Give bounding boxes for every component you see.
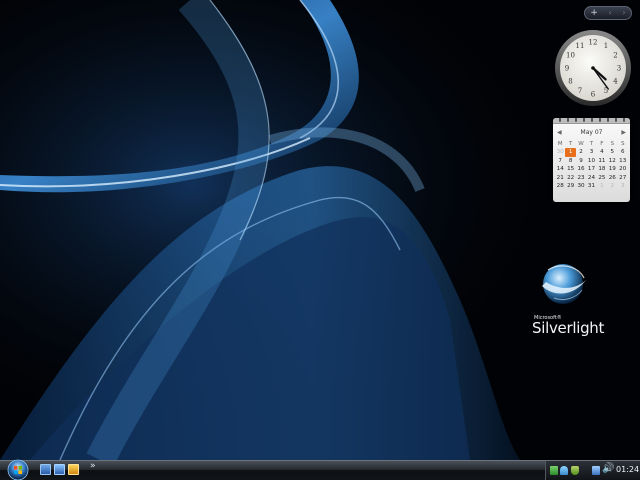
calendar-day[interactable]: 24 (586, 174, 596, 182)
calendar-day[interactable]: 12 (607, 157, 617, 165)
clock-numeral: 9 (565, 65, 569, 73)
calendar-week-row: 30 1 2 3 4 5 6 (555, 148, 628, 157)
wallpaper (0, 0, 640, 460)
weekday-label: F (600, 141, 604, 147)
calendar-day[interactable]: 13 (618, 157, 628, 165)
calendar-binding (553, 118, 630, 124)
network-icon[interactable] (550, 466, 558, 475)
silverlight-brand-text: Silverlight (532, 319, 605, 337)
calendar-day[interactable]: 26 (607, 174, 617, 182)
calendar-day[interactable]: 27 (618, 174, 628, 182)
silverlight-logo[interactable]: Microsoft® Silverlight (526, 258, 616, 342)
calendar-day[interactable]: 9 (576, 157, 586, 165)
add-gadget-button[interactable]: + (590, 7, 598, 19)
quick-launch-toolbar (40, 464, 79, 475)
show-desktop-icon[interactable] (40, 464, 51, 475)
calendar-day[interactable]: 30 (555, 148, 565, 156)
weekday-label: T (589, 141, 594, 147)
clock-gadget[interactable]: 1234567891011 12 (554, 29, 632, 107)
weekday-label: M (557, 141, 563, 147)
calendar-day[interactable]: 15 (565, 165, 575, 173)
clock-numeral: 11 (576, 42, 585, 50)
calendar-day[interactable]: 3 (586, 148, 596, 156)
calendar-header: ◀ May 07 ▶ (553, 127, 630, 138)
calendar-weekday-row: M T W T F S S (555, 140, 628, 148)
clock-numeral: 10 (566, 52, 575, 60)
calendar-day[interactable]: 2 (607, 182, 617, 190)
desktop[interactable]: + ‹ › 1 2 3 4 5 6 7 8 9 10 11 12 ◀ May 07 ▶ (0, 0, 640, 460)
next-page-button[interactable]: › (622, 7, 625, 19)
calendar-day[interactable]: 2 (576, 148, 586, 156)
calendar-day[interactable]: 18 (597, 165, 607, 173)
media-player-icon[interactable] (68, 464, 79, 475)
calendar-day[interactable]: 17 (586, 165, 596, 173)
calendar-day[interactable]: 3 (618, 182, 628, 190)
clock-numeral: 6 (591, 91, 596, 99)
taskbar[interactable] (0, 460, 640, 480)
calendar-day[interactable]: 1 (597, 182, 607, 190)
clock-numeral: 1 (604, 42, 608, 50)
calendar-day[interactable]: 20 (618, 165, 628, 173)
calendar-day[interactable]: 19 (607, 165, 617, 173)
calendar-day[interactable]: 11 (597, 157, 607, 165)
display-icon[interactable] (592, 466, 600, 475)
user-icon[interactable] (560, 466, 568, 475)
calendar-prev-month-icon[interactable]: ◀ (557, 129, 562, 136)
calendar-day[interactable]: 22 (565, 174, 575, 182)
calendar-week-row: 14 15 16 17 18 19 20 (555, 165, 628, 173)
shield-icon[interactable] (571, 466, 579, 475)
calendar-day[interactable]: 28 (555, 182, 565, 190)
calendar-day[interactable]: 31 (586, 182, 596, 190)
calendar-day[interactable]: 6 (618, 148, 628, 156)
weekday-label: T (568, 141, 573, 147)
calendar-week-row: 28 29 30 31 1 2 3 (555, 182, 628, 190)
weekday-label: S (610, 141, 615, 147)
calendar-day[interactable]: 29 (565, 182, 575, 190)
calendar-day[interactable]: 25 (597, 174, 607, 182)
clock-numeral: 3 (617, 65, 621, 73)
clock-pin (591, 66, 595, 70)
clock-numeral: 8 (568, 78, 572, 86)
calendar-week-row: 21 22 23 24 25 26 27 (555, 174, 628, 182)
calendar-day[interactable]: 5 (607, 148, 617, 156)
weekday-label: W (578, 141, 584, 147)
clock-numeral: 12 (589, 39, 598, 47)
calendar-day-today[interactable]: 1 (565, 148, 576, 157)
calendar-month-label[interactable]: May 07 (581, 129, 603, 136)
calendar-day[interactable]: 21 (555, 174, 565, 182)
quick-launch-more-button[interactable]: » (90, 461, 96, 471)
calendar-week-row: 7 8 9 10 11 12 13 (555, 157, 628, 165)
calendar-next-month-icon[interactable]: ▶ (621, 129, 626, 136)
weekday-label: S (620, 141, 625, 147)
previous-page-button[interactable]: ‹ (609, 7, 612, 19)
silverlight-orb-icon (542, 264, 586, 304)
start-button[interactable] (4, 458, 32, 480)
switch-windows-icon[interactable] (54, 464, 65, 475)
windows-orb-icon (7, 459, 29, 480)
clock-numeral: 7 (578, 87, 582, 95)
sidebar-controls: + ‹ › (584, 6, 632, 20)
taskbar-clock[interactable]: 01:24 (616, 465, 639, 474)
calendar-day[interactable]: 30 (576, 182, 586, 190)
clock-numeral: 4 (613, 78, 618, 86)
calendar-day[interactable]: 4 (597, 148, 607, 156)
notification-area: 🔊 01:24 (545, 461, 640, 480)
calendar-day[interactable]: 14 (555, 165, 565, 173)
clock-numeral: 2 (613, 52, 617, 60)
calendar-gadget[interactable]: ◀ May 07 ▶ M T W T F S S 30 1 2 3 4 5 6 (553, 118, 630, 202)
calendar-grid: M T W T F S S 30 1 2 3 4 5 6 7 8 9 10 11… (555, 140, 628, 190)
calendar-day[interactable]: 8 (565, 157, 575, 165)
calendar-day[interactable]: 7 (555, 157, 565, 165)
volume-icon[interactable]: 🔊 (602, 463, 614, 474)
calendar-day[interactable]: 23 (576, 174, 586, 182)
calendar-day[interactable]: 16 (576, 165, 586, 173)
calendar-day[interactable]: 10 (586, 157, 596, 165)
